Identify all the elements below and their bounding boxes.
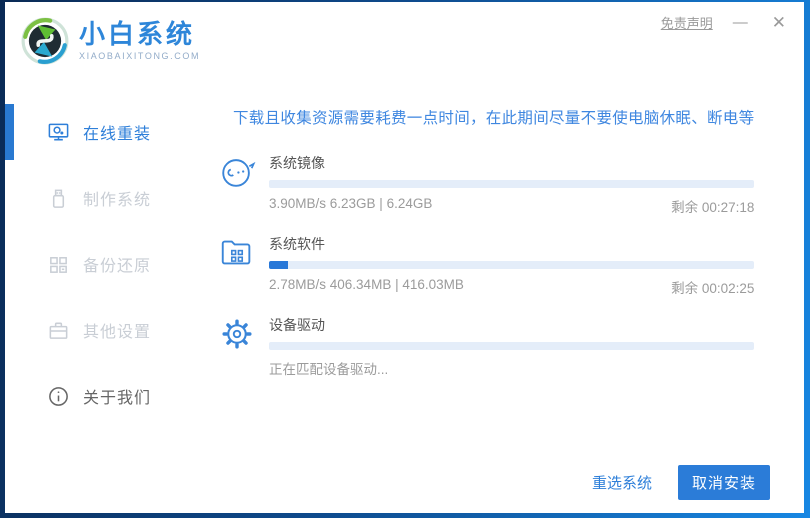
task-body: 系统软件 2.78MB/s 406.34MB | 416.03MB 剩余 00:… bbox=[269, 233, 754, 297]
window-frame: 小白系统 XIAOBAIXITONG.COM 免责声明 — ✕ bbox=[0, 0, 810, 518]
progress-bar bbox=[269, 342, 754, 350]
task-body: 系统镜像 3.90MB/s 6.23GB | 6.24GB 剩余 00:27:1… bbox=[269, 152, 754, 216]
app-window: 小白系统 XIAOBAIXITONG.COM 免责声明 — ✕ bbox=[5, 2, 804, 513]
task-stats-row: 2.78MB/s 406.34MB | 416.03MB 剩余 00:02:25 bbox=[269, 277, 754, 297]
task-stats-row: 正在匹配设备驱动... bbox=[269, 358, 754, 378]
task-stats-row: 3.90MB/s 6.23GB | 6.24GB 剩余 00:27:18 bbox=[269, 196, 754, 216]
usb-drive-icon bbox=[47, 187, 70, 210]
task-speed-size: 2.78MB/s 406.34MB | 416.03MB bbox=[269, 277, 464, 297]
gear-icon bbox=[218, 315, 256, 353]
briefcase-icon bbox=[47, 319, 70, 342]
brand-text: 小白系统 XIAOBAIXITONG.COM bbox=[79, 21, 200, 61]
folder-apps-icon bbox=[218, 234, 256, 272]
task-remaining-time: 剩余 00:27:18 bbox=[671, 196, 754, 216]
progress-bar bbox=[269, 180, 754, 188]
task-title: 系统镜像 bbox=[269, 153, 754, 173]
sidebar-item-backup-restore[interactable]: 备份还原 bbox=[5, 231, 201, 297]
task-remaining-time: 剩余 00:02:25 bbox=[671, 277, 754, 297]
header: 小白系统 XIAOBAIXITONG.COM 免责声明 — ✕ bbox=[5, 2, 804, 88]
task-speed-size: 3.90MB/s 6.23GB | 6.24GB bbox=[269, 196, 432, 216]
sidebar-item-label: 关于我们 bbox=[83, 384, 151, 408]
monitor-search-icon bbox=[47, 121, 70, 144]
download-notice: 下载且收集资源需要耗费一点时间，在此期间尽量不要使电脑休眠、断电等 bbox=[233, 106, 754, 128]
disclaimer-link[interactable]: 免责声明 bbox=[661, 13, 713, 32]
sidebar-item-label: 其他设置 bbox=[83, 318, 151, 342]
progress-fill bbox=[269, 261, 288, 269]
task-system-image: 系统镜像 3.90MB/s 6.23GB | 6.24GB 剩余 00:27:1… bbox=[218, 152, 754, 216]
sidebar-item-other-settings[interactable]: 其他设置 bbox=[5, 297, 201, 363]
cancel-install-button[interactable]: 取消安装 bbox=[678, 465, 770, 500]
brand: 小白系统 XIAOBAIXITONG.COM bbox=[20, 16, 200, 66]
task-system-software: 系统软件 2.78MB/s 406.34MB | 416.03MB 剩余 00:… bbox=[218, 233, 754, 297]
main-content: 下载且收集资源需要耗费一点时间，在此期间尽量不要使电脑休眠、断电等 系统镜像 bbox=[201, 88, 804, 513]
brand-logo-icon bbox=[20, 16, 70, 66]
reselect-system-button[interactable]: 重选系统 bbox=[592, 472, 652, 493]
sidebar: 在线重装 制作系统 bbox=[5, 88, 201, 513]
brand-title: 小白系统 bbox=[79, 21, 200, 48]
task-title: 系统软件 bbox=[269, 234, 754, 254]
task-body: 设备驱动 正在匹配设备驱动... bbox=[269, 314, 754, 378]
mascot-face-icon bbox=[218, 153, 256, 191]
sidebar-item-label: 备份还原 bbox=[83, 252, 151, 276]
task-status-text: 正在匹配设备驱动... bbox=[269, 358, 388, 378]
sidebar-item-online-reinstall[interactable]: 在线重装 bbox=[5, 99, 201, 165]
sidebar-item-label: 制作系统 bbox=[83, 186, 151, 210]
footer-actions: 重选系统 取消安装 bbox=[592, 465, 770, 500]
backup-grid-icon bbox=[47, 253, 70, 276]
progress-bar bbox=[269, 261, 754, 269]
titlebar-controls: 免责声明 — ✕ bbox=[661, 12, 790, 33]
brand-subtitle: XIAOBAIXITONG.COM bbox=[79, 51, 200, 61]
task-device-drivers: 设备驱动 正在匹配设备驱动... bbox=[218, 314, 754, 378]
info-icon bbox=[47, 385, 70, 408]
sidebar-item-label: 在线重装 bbox=[83, 120, 151, 144]
sidebar-item-about-us[interactable]: 关于我们 bbox=[5, 363, 201, 429]
close-button[interactable]: ✕ bbox=[768, 12, 790, 33]
task-title: 设备驱动 bbox=[269, 315, 754, 335]
body: 在线重装 制作系统 bbox=[5, 88, 804, 513]
sidebar-item-make-system[interactable]: 制作系统 bbox=[5, 165, 201, 231]
minimize-button[interactable]: — bbox=[729, 13, 752, 32]
